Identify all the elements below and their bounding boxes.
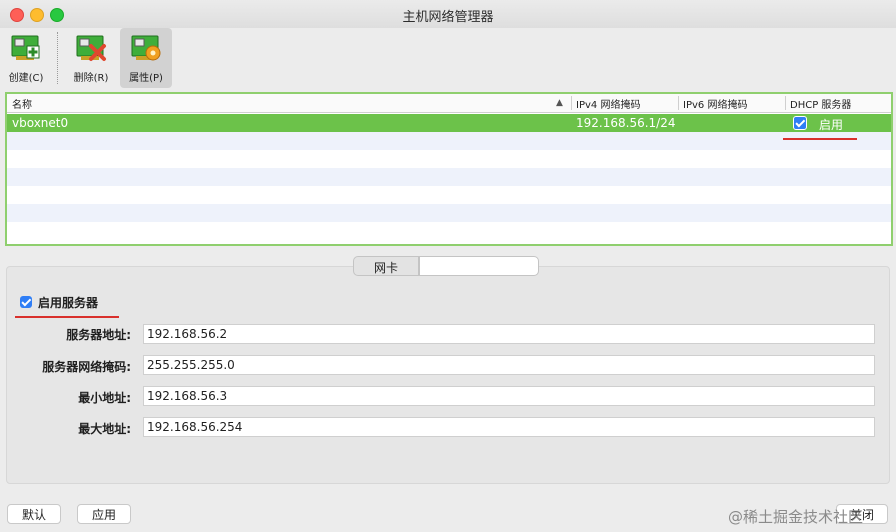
lower-address-field[interactable]: 192.168.56.3 (143, 386, 875, 406)
server-mask-field[interactable]: 255.255.255.0 (143, 355, 875, 375)
server-mask-label: 服务器网络掩码: (42, 360, 131, 374)
enable-server-checkbox[interactable] (20, 296, 32, 308)
window-title: 主机网络管理器 (402, 10, 494, 25)
tab-dhcp-server[interactable] (419, 256, 539, 276)
details-panel (6, 266, 890, 484)
annotation-underline (783, 138, 857, 140)
table-row-empty (7, 168, 891, 186)
row-name: vboxnet0 (12, 116, 69, 130)
network-card-properties-icon (131, 35, 161, 61)
toolbar: 创建(C) 删除(R) 属性(P) (0, 28, 896, 90)
tab-adapter[interactable]: 网卡 (353, 256, 419, 276)
column-header-ipv4[interactable]: IPv4 网络掩码 (576, 96, 640, 111)
column-divider (571, 96, 572, 110)
delete-label: 删除(R) (73, 73, 109, 84)
apply-button[interactable]: 应用 (77, 504, 131, 524)
toolbar-separator (57, 32, 58, 84)
enable-server-label: 启用服务器 (38, 296, 99, 310)
table-row[interactable]: vboxnet0 192.168.56.1/24 启用 (7, 114, 891, 132)
delete-button[interactable]: 删除(R) (65, 28, 117, 88)
upper-address-field[interactable]: 192.168.56.254 (143, 417, 875, 437)
details-tabs: 网卡 (353, 256, 539, 276)
title-bar: 主机网络管理器 (0, 0, 896, 28)
table-row-empty (7, 222, 891, 240)
annotation-underline (15, 316, 119, 318)
column-divider (678, 96, 679, 110)
table-row-empty (7, 150, 891, 168)
watermark-text: @稀土掘金技术社区 (728, 508, 864, 526)
properties-button[interactable]: 属性(P) (120, 28, 172, 88)
table-row-empty (7, 186, 891, 204)
column-header-name[interactable]: 名称 (12, 96, 32, 111)
row-dhcp-label: 启用 (819, 118, 844, 132)
sort-ascending-icon: ▲ (556, 98, 563, 108)
table-header: 名称 ▲ IPv4 网络掩码 IPv6 网络掩码 DHCP 服务器 (7, 94, 891, 113)
upper-address-label: 最大地址: (78, 422, 131, 436)
table-row-empty (7, 204, 891, 222)
column-header-ipv6[interactable]: IPv6 网络掩码 (683, 96, 747, 111)
server-address-label: 服务器地址: (66, 328, 131, 342)
network-card-create-icon (11, 35, 40, 60)
server-address-field[interactable]: 192.168.56.2 (143, 324, 875, 344)
network-card-delete-icon (76, 35, 106, 61)
create-label: 创建(C) (8, 73, 44, 84)
column-divider (785, 96, 786, 110)
reset-button[interactable]: 默认 (7, 504, 61, 524)
column-header-dhcp[interactable]: DHCP 服务器 (790, 96, 851, 111)
create-button[interactable]: 创建(C) (0, 28, 52, 88)
lower-address-label: 最小地址: (78, 391, 131, 405)
tab-adapter-label: 网卡 (373, 261, 398, 275)
host-network-table[interactable]: 名称 ▲ IPv4 网络掩码 IPv6 网络掩码 DHCP 服务器 vboxne… (5, 92, 893, 246)
row-ipv4: 192.168.56.1/24 (576, 116, 676, 130)
dhcp-enabled-checkbox[interactable] (793, 116, 807, 130)
properties-label: 属性(P) (129, 73, 163, 84)
table-row-empty (7, 132, 891, 150)
